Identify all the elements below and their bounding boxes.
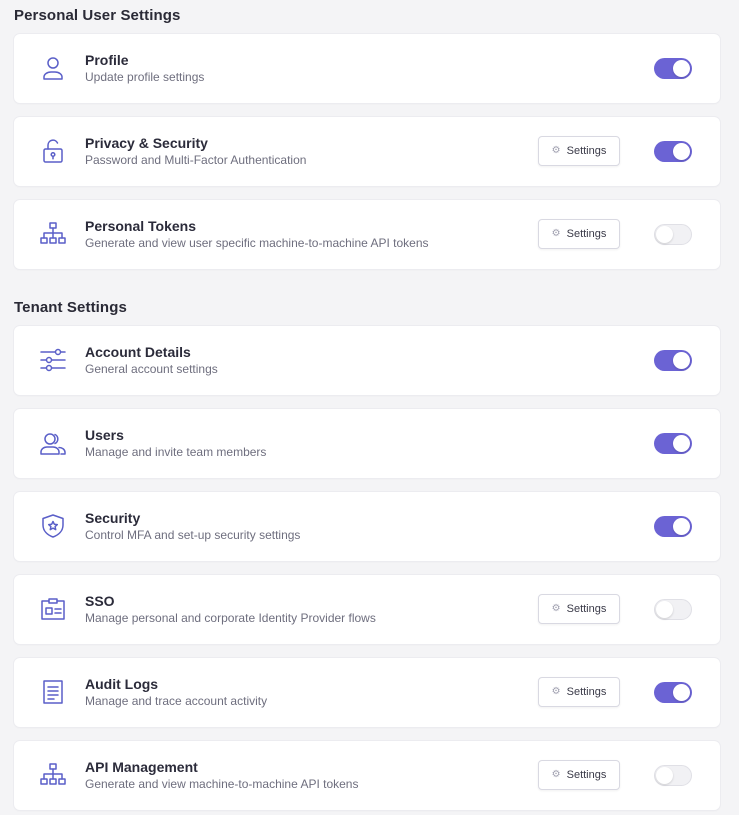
network-icon (39, 761, 67, 789)
account-details-toggle[interactable] (654, 350, 692, 371)
sso-settings-button[interactable]: ⚙ Settings (538, 594, 620, 624)
toggle-knob (673, 143, 690, 160)
setting-card-api-management: API Management Generate and view machine… (14, 741, 720, 810)
setting-description: Password and Multi-Factor Authentication (85, 153, 307, 167)
gear-icon: ⚙ (551, 769, 561, 780)
setting-card-profile: Profile Update profile settings (14, 34, 720, 103)
settings-button-label: Settings (566, 686, 607, 698)
profile-toggle[interactable] (654, 58, 692, 79)
api-management-toggle[interactable] (654, 765, 692, 786)
toggle-knob (673, 435, 690, 452)
setting-description: Generate and view machine-to-machine API… (85, 777, 359, 791)
gear-icon: ⚙ (551, 686, 561, 697)
setting-card-personal-tokens: Personal Tokens Generate and view user s… (14, 200, 720, 269)
settings-button-label: Settings (566, 769, 607, 781)
setting-description: Manage and trace account activity (85, 694, 268, 708)
toggle-knob (656, 601, 673, 618)
user-icon (39, 54, 67, 82)
network-icon (39, 220, 67, 248)
setting-title: SSO (85, 593, 115, 609)
setting-title: Users (85, 427, 124, 443)
users-icon (39, 429, 67, 457)
setting-description: Update profile settings (85, 70, 205, 84)
toggle-knob (656, 226, 673, 243)
sso-toggle[interactable] (654, 599, 692, 620)
setting-card-privacy-security: Privacy & Security Password and Multi-Fa… (14, 117, 720, 186)
section-title-tenant-settings: Tenant Settings (14, 299, 127, 316)
settings-button-label: Settings (566, 145, 607, 157)
toggle-knob (673, 518, 690, 535)
users-toggle[interactable] (654, 433, 692, 454)
privacy-security-toggle[interactable] (654, 141, 692, 162)
gear-icon: ⚙ (551, 603, 561, 614)
audit-logs-settings-button[interactable]: ⚙ Settings (538, 677, 620, 707)
toggle-knob (673, 684, 690, 701)
privacy-security-settings-button[interactable]: ⚙ Settings (538, 136, 620, 166)
setting-title: Profile (85, 52, 129, 68)
settings-button-label: Settings (566, 603, 607, 615)
gear-icon: ⚙ (551, 145, 561, 156)
setting-title: Audit Logs (85, 676, 159, 692)
setting-title: Personal Tokens (85, 218, 197, 234)
setting-card-audit-logs: Audit Logs Manage and trace account acti… (14, 658, 720, 727)
toggle-knob (673, 352, 690, 369)
unlock-icon (39, 137, 67, 165)
document-icon (39, 678, 67, 706)
toggle-knob (656, 767, 673, 784)
setting-description: Manage personal and corporate Identity P… (85, 611, 376, 625)
setting-card-security: Security Control MFA and set-up security… (14, 492, 720, 561)
personal-tokens-settings-button[interactable]: ⚙ Settings (538, 219, 620, 249)
gear-icon: ⚙ (551, 228, 561, 239)
sliders-icon (39, 346, 67, 374)
id-card-icon (39, 595, 67, 623)
settings-button-label: Settings (566, 228, 607, 240)
api-management-settings-button[interactable]: ⚙ Settings (538, 760, 620, 790)
toggle-knob (673, 60, 690, 77)
shield-star-icon (39, 512, 67, 540)
setting-card-users: Users Manage and invite team members (14, 409, 720, 478)
setting-description: Generate and view user specific machine-… (85, 236, 429, 250)
setting-title: Security (85, 510, 141, 526)
setting-description: Control MFA and set-up security settings (85, 528, 301, 542)
section-title-personal-user-settings: Personal User Settings (14, 7, 181, 24)
audit-logs-toggle[interactable] (654, 682, 692, 703)
setting-title: Privacy & Security (85, 135, 208, 151)
setting-card-account-details: Account Details General account settings (14, 326, 720, 395)
setting-title: Account Details (85, 344, 191, 360)
personal-tokens-toggle[interactable] (654, 224, 692, 245)
setting-description: General account settings (85, 362, 218, 376)
setting-title: API Management (85, 759, 198, 775)
setting-card-sso: SSO Manage personal and corporate Identi… (14, 575, 720, 644)
security-toggle[interactable] (654, 516, 692, 537)
setting-description: Manage and invite team members (85, 445, 267, 459)
